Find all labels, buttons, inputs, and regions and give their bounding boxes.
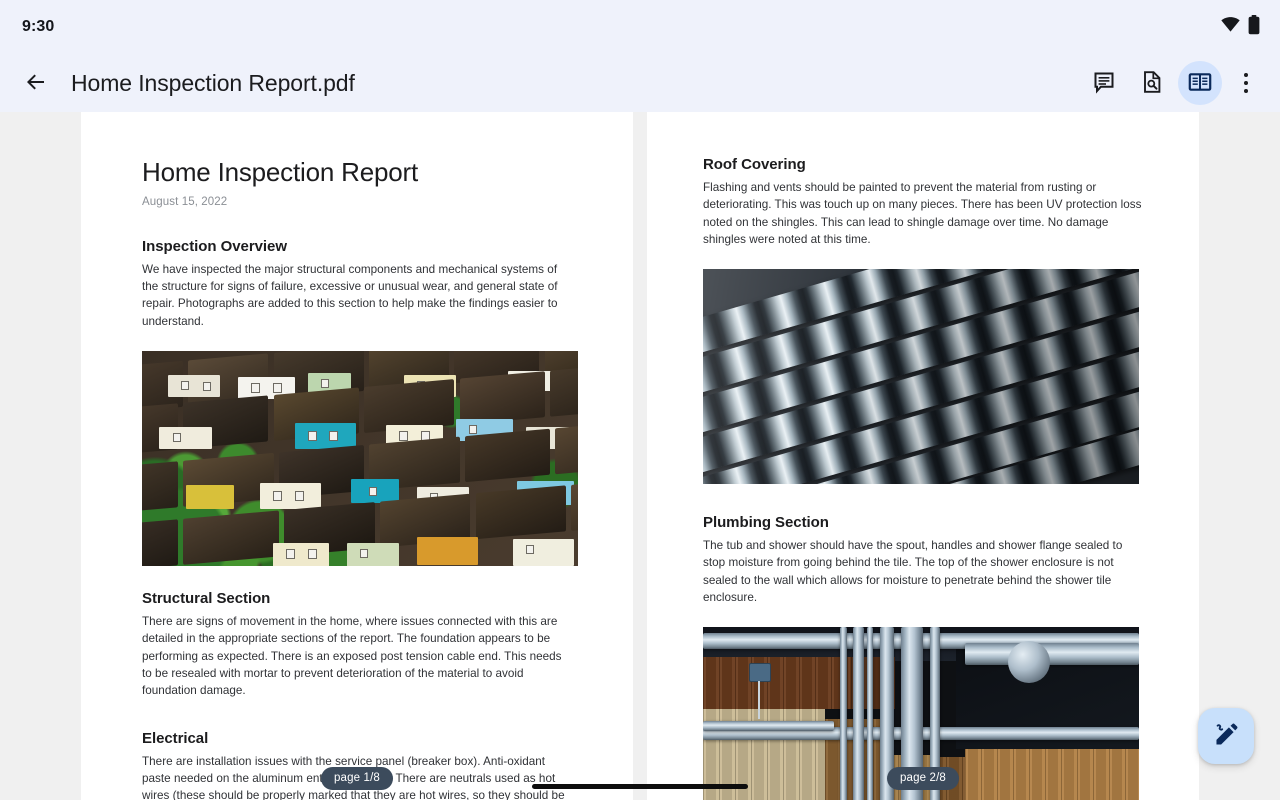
annotate-fab[interactable] [1198,708,1254,764]
house-wall [512,539,574,567]
status-bar: 9:30 [0,0,1280,54]
section-body: Flashing and vents should be painted to … [703,181,1142,246]
back-button[interactable] [16,63,56,103]
page-number-badge: page 2/8 [887,767,959,790]
app-bar-actions [1082,61,1266,105]
page-title: Home Inspection Report [142,157,418,187]
comment-button[interactable] [1082,61,1126,105]
section-structural: Structural Section There are signs of mo… [142,590,571,699]
comment-icon [1092,70,1116,97]
page-number-badge: page 1/8 [321,767,393,790]
edit-pen-icon [1213,722,1239,751]
house-wall [259,483,321,510]
section-heading: Plumbing Section [703,514,829,532]
home-gesture-bar[interactable] [532,784,748,789]
arrow-back-icon [24,70,48,97]
section-plumbing: Plumbing Section The tub and shower shou… [703,514,1143,606]
house-wall [272,543,330,567]
aerial-neighborhood-photo [142,351,578,567]
document-title: Home Inspection Report.pdf [71,69,355,96]
section-inspection-overview: Inspection Overview We have inspected th… [142,238,571,330]
house-wall [185,485,234,510]
section-roof-covering: Roof Covering Flashing and vents should … [703,156,1143,248]
section-body: There are signs of movement in the home,… [142,615,562,698]
house-wall [159,427,212,450]
dot-2 [1244,81,1248,85]
battery-full-icon [1248,14,1260,40]
pdf-page-1[interactable]: Home Inspection Report August 15, 2022 I… [81,112,633,800]
house-wall [168,375,221,398]
dot-1 [1244,73,1248,77]
more-options-icon [1244,71,1248,95]
dot-3 [1244,89,1248,93]
section-body: We have inspected the major structural c… [142,262,558,328]
page-2-content: Roof Covering Flashing and vents should … [647,112,1199,800]
house-wall [294,423,356,450]
house-wall [346,543,400,567]
section-heading: Roof Covering [703,156,806,173]
report-date: August 15, 2022 [142,195,228,208]
roof-tiles-photo [703,269,1139,485]
pdf-page-viewer[interactable]: Home Inspection Report August 15, 2022 I… [0,112,1280,800]
wifi-icon [1221,17,1240,37]
photo-base [703,269,1139,485]
house-wall [416,537,478,566]
find-in-document-icon [1140,70,1164,97]
pdf-page-2[interactable]: Roof Covering Flashing and vents should … [647,112,1199,800]
photo-shading [703,269,1139,485]
two-page-view-button[interactable] [1178,61,1222,105]
app-bar: Home Inspection Report.pdf [0,54,1280,112]
section-heading: Structural Section [142,590,271,608]
status-clock: 9:30 [22,18,55,35]
status-indicators [1221,14,1260,40]
section-body: The tub and shower should have the spout… [703,539,1123,605]
more-options-button[interactable] [1226,61,1266,105]
pdf-viewer-app: 9:30 Home Inspection Report.pdf Home Ins… [0,0,1280,800]
find-in-document-button[interactable] [1130,61,1174,105]
section-heading: Inspection Overview [142,237,287,255]
page-1-content: Home Inspection Report August 15, 2022 I… [81,112,633,800]
two-page-view-icon [1188,70,1212,97]
section-heading: Electrical [142,729,209,747]
